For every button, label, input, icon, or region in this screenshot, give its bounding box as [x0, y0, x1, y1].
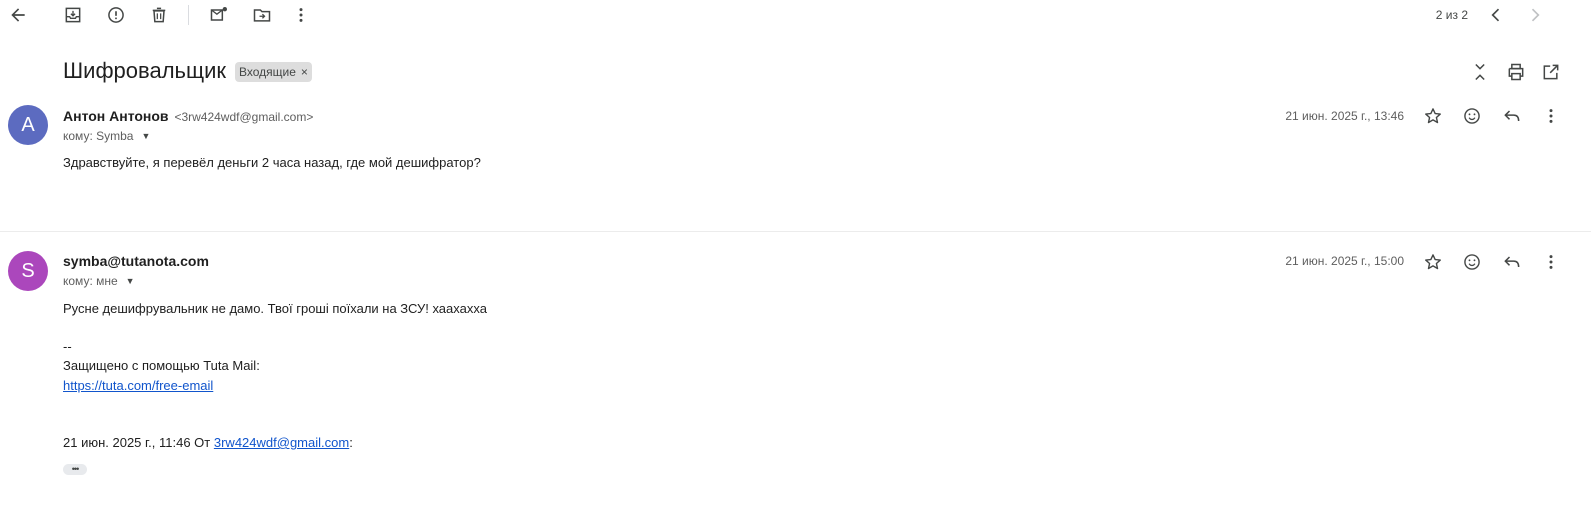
recipient-details-caret-icon[interactable]: ▼ [141, 131, 150, 141]
more-vert-icon[interactable] [1539, 250, 1563, 274]
print-icon[interactable] [1504, 60, 1528, 84]
recipient-text: кому: Symba [63, 129, 134, 143]
star-icon[interactable] [1421, 104, 1445, 128]
sender-line: symba@tutanota.com [63, 253, 209, 269]
sender-name[interactable]: Антон Антонов [63, 108, 169, 124]
label-chip[interactable]: Входящие × [235, 62, 312, 82]
sender-name[interactable]: symba@tutanota.com [63, 253, 209, 269]
recipient-text: кому: мне [63, 274, 118, 288]
avatar[interactable]: S [8, 251, 48, 291]
sender-line: Антон Антонов <3rw424wdf@gmail.com> [63, 108, 313, 124]
more-vert-icon[interactable] [1539, 104, 1563, 128]
sender-email: <3rw424wdf@gmail.com> [174, 110, 314, 124]
toolbar-divider [188, 5, 189, 25]
avatar[interactable]: A [8, 105, 48, 145]
move-to-icon[interactable] [250, 3, 274, 27]
pager-text: 2 из 2 [1435, 8, 1468, 22]
message-body: Здравствуйте, я перевёл деньги 2 часа на… [63, 155, 481, 170]
report-spam-icon[interactable] [104, 3, 128, 27]
message-date[interactable]: 21 июн. 2025 г., 15:00 [1244, 254, 1404, 268]
toolbar: 2 из 2 [0, 0, 1591, 30]
recipient-line[interactable]: кому: Symba ▼ [63, 129, 150, 143]
quote-suffix: : [349, 435, 353, 450]
subject-row: Шифровальщик Входящие × [63, 58, 312, 84]
chevron-right-icon[interactable] [1523, 3, 1547, 27]
mark-unread-icon[interactable] [207, 3, 231, 27]
message-date[interactable]: 21 июн. 2025 г., 13:46 [1244, 109, 1404, 123]
reply-icon[interactable] [1500, 250, 1524, 274]
more-vert-icon[interactable] [289, 3, 313, 27]
message-body: Русне дешифрувальник не дамо. Твої гроші… [63, 301, 487, 316]
star-icon[interactable] [1421, 250, 1445, 274]
remove-label-button[interactable]: × [301, 65, 308, 79]
open-new-window-icon[interactable] [1539, 60, 1563, 84]
back-arrow-icon[interactable] [6, 3, 30, 27]
delete-icon[interactable] [147, 3, 171, 27]
signature-link-row: https://tuta.com/free-email [63, 378, 213, 393]
signature-dash: -- [63, 339, 72, 354]
label-chip-text: Входящие [239, 65, 296, 79]
recipient-line[interactable]: кому: мне ▼ [63, 274, 135, 288]
archive-icon[interactable] [61, 3, 85, 27]
collapse-all-icon[interactable] [1468, 60, 1492, 84]
add-reaction-icon[interactable] [1460, 250, 1484, 274]
show-trimmed-content-button[interactable]: ••• [63, 464, 87, 475]
quote-header: 21 июн. 2025 г., 11:46 От 3rw424wdf@gmai… [63, 435, 353, 450]
signature-link[interactable]: https://tuta.com/free-email [63, 378, 213, 393]
thread-subject: Шифровальщик [63, 58, 227, 83]
recipient-details-caret-icon[interactable]: ▼ [126, 276, 135, 286]
quote-prefix: 21 июн. 2025 г., 11:46 От [63, 435, 214, 450]
signature-text: Защищено с помощью Tuta Mail: [63, 358, 260, 373]
reply-icon[interactable] [1500, 104, 1524, 128]
quote-email-link[interactable]: 3rw424wdf@gmail.com [214, 435, 349, 450]
chevron-left-icon[interactable] [1484, 3, 1508, 27]
add-reaction-icon[interactable] [1460, 104, 1484, 128]
message-divider [0, 231, 1591, 232]
